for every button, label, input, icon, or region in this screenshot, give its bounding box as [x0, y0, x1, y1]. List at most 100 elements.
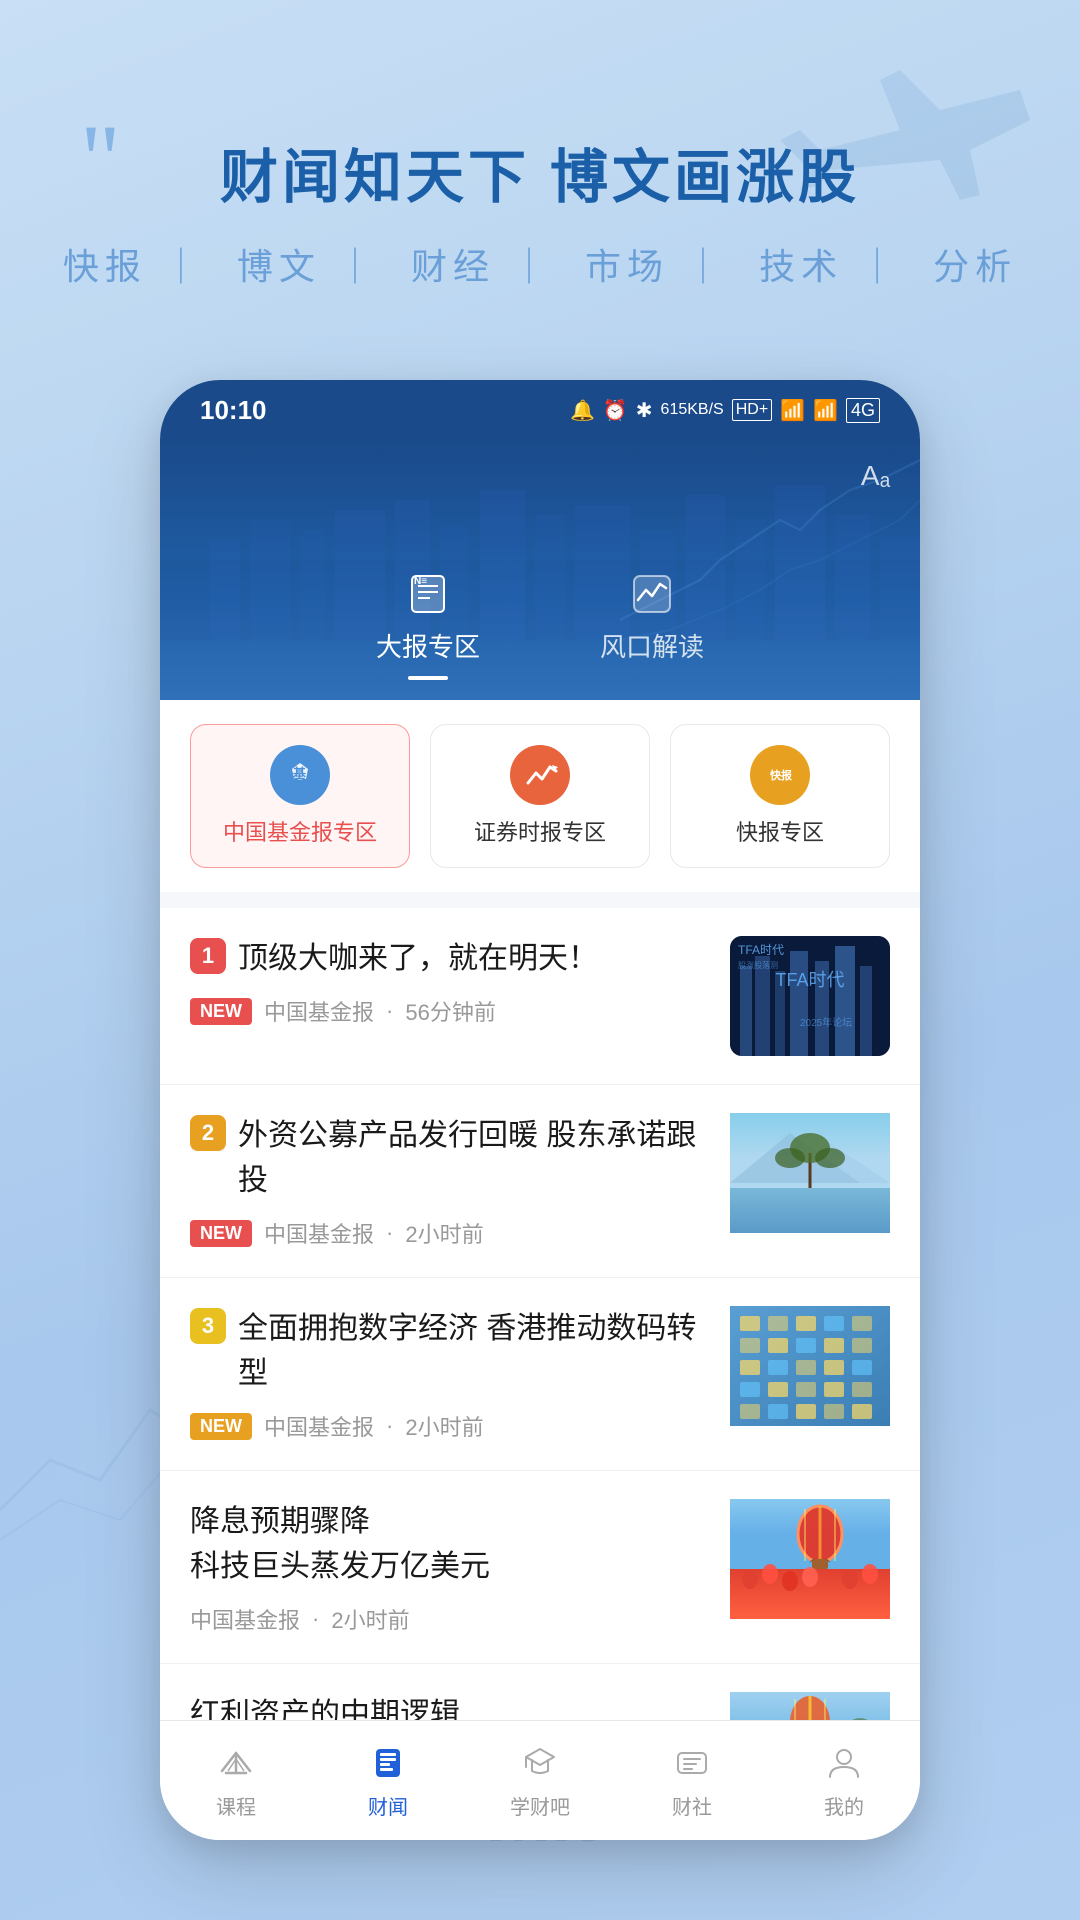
header-tabs: N≡ 大报专区 风口解读 — [160, 569, 920, 700]
svg-text:基: 基 — [292, 766, 307, 781]
news-item-5[interactable]: 红利资产的中期逻辑 placeholder — [160, 1664, 920, 1720]
news-item-2[interactable]: 2 外资公募产品发行回暖 股东承诺跟投 NEW 中国基金报 · 2小时前 — [160, 1085, 920, 1278]
svg-text:2025年论坛: 2025年论坛 — [800, 1016, 852, 1029]
category-tabs: 基 中国基金报专区 证券时报专区 — [160, 700, 920, 892]
nav-icon-mine — [822, 1741, 866, 1785]
news-time-2: 2小时前 — [405, 1217, 483, 1249]
nav-label-caishe: 财社 — [672, 1791, 712, 1820]
news-image-3 — [730, 1306, 890, 1426]
bottom-nav: 课程 财闻 — [160, 1720, 920, 1840]
rank-badge-3: 3 — [190, 1308, 226, 1344]
cat-icon-jijin: 基 — [270, 745, 330, 805]
nav-item-mine[interactable]: 我的 — [768, 1721, 920, 1840]
news-title-row-3: 3 全面拥抱数字经济 香港推动数码转型 — [190, 1306, 710, 1396]
new-badge-2: NEW — [190, 1220, 252, 1247]
svg-text:快报: 快报 — [769, 768, 793, 782]
news-title-5: 红利资产的中期逻辑 — [190, 1692, 460, 1720]
news-title-row: 1 顶级大咖来了，就在明天！ — [190, 936, 710, 981]
cat-label-zhengquan: 证券时报专区 — [474, 815, 606, 847]
phone-mockup: 10:10 🔔 ⏰ ✱ 615KB/S HD+ 📶 📶 4G — [160, 380, 920, 1840]
hero-title: 财闻知天下 博文画涨股 — [0, 130, 1080, 214]
nav-label-caijin: 财闻 — [368, 1791, 408, 1820]
app-header: Aₐ N≡ 大报专区 — [160, 440, 920, 700]
network-badge: 4G — [846, 398, 880, 423]
cat-icon-zhengquan — [510, 745, 570, 805]
nav-icon-caishe — [670, 1741, 714, 1785]
nav-label-mine: 我的 — [824, 1791, 864, 1820]
speed-indicator: 615KB/S — [661, 401, 724, 419]
content-scroll[interactable]: 基 中国基金报专区 证券时报专区 — [160, 700, 920, 1720]
dot-separator-4: · — [312, 1606, 319, 1632]
signal-icon: 📶 — [813, 398, 838, 423]
tab-fengkou[interactable]: 风口解读 — [600, 569, 704, 680]
dot-separator-2: · — [386, 1220, 393, 1246]
subtitle-fenxi: 分析 — [933, 246, 1017, 287]
category-kuaibao[interactable]: 快报 快报专区 — [670, 724, 890, 868]
tab-daibao[interactable]: N≡ 大报专区 — [376, 569, 480, 680]
new-badge-3: NEW — [190, 1413, 252, 1440]
news-title-1: 顶级大咖来了，就在明天！ — [238, 936, 598, 981]
nav-item-kecheng[interactable]: 课程 — [160, 1721, 312, 1840]
nav-label-xuecaiba: 学财吧 — [510, 1791, 570, 1820]
category-zhengquan[interactable]: 证券时报专区 — [430, 724, 650, 868]
cat-icon-kuaibao: 快报 — [750, 745, 810, 805]
news-image-1: TFA时代 股涨股落测 2025年论坛 — [730, 936, 890, 1056]
status-icons: 🔔 ⏰ ✱ 615KB/S HD+ 📶 📶 4G — [570, 398, 880, 423]
hero-section: 财闻知天下 博文画涨股 快报｜ 博文｜ 财经｜ 市场｜ 技术｜ 分析 — [0, 130, 1080, 290]
news-image-4 — [730, 1499, 890, 1619]
news-title-row-2: 2 外资公募产品发行回暖 股东承诺跟投 — [190, 1113, 710, 1203]
news-source-1: 中国基金报 — [264, 995, 374, 1027]
rank-badge-1: 1 — [190, 938, 226, 974]
tab-fengkou-label: 风口解读 — [600, 627, 704, 664]
rank-badge-2: 2 — [190, 1115, 226, 1151]
font-size-button[interactable]: Aₐ — [861, 460, 890, 492]
subtitle-kuaibao: 快报 — [63, 246, 147, 287]
news-item-3-content: 3 全面拥抱数字经济 香港推动数码转型 NEW 中国基金报 · 2小时前 — [190, 1306, 710, 1442]
news-item-4[interactable]: 降息预期骤降科技巨头蒸发万亿美元 中国基金报 · 2小时前 — [160, 1471, 920, 1664]
news-list: 1 顶级大咖来了，就在明天！ NEW 中国基金报 · 56分钟前 — [160, 908, 920, 1720]
status-time: 10:10 — [200, 395, 267, 426]
tab-daibao-icon: N≡ — [403, 569, 453, 619]
bluetooth-icon: ✱ — [636, 398, 653, 423]
news-meta-1: NEW 中国基金报 · 56分钟前 — [190, 995, 710, 1027]
nav-icon-caijin — [366, 1741, 410, 1785]
news-item-3[interactable]: 3 全面拥抱数字经济 香港推动数码转型 NEW 中国基金报 · 2小时前 — [160, 1278, 920, 1471]
tab-fengkou-icon — [627, 569, 677, 619]
subtitle-shichang: 市场 — [585, 246, 669, 287]
nav-icon-xuecaiba — [518, 1741, 562, 1785]
nav-label-kecheng: 课程 — [216, 1791, 256, 1820]
news-time-4: 2小时前 — [331, 1603, 409, 1635]
wifi-icon: 📶 — [780, 398, 805, 423]
dot-separator-3: · — [386, 1413, 393, 1439]
cat-label-jijin: 中国基金报专区 — [223, 815, 377, 847]
svg-text:股涨股落测: 股涨股落测 — [738, 960, 778, 970]
tab-daibao-label: 大报专区 — [376, 627, 480, 664]
news-item-4-content: 降息预期骤降科技巨头蒸发万亿美元 中国基金报 · 2小时前 — [190, 1499, 710, 1635]
news-item-5-content: 红利资产的中期逻辑 placeholder — [190, 1692, 710, 1720]
svg-text:N≡: N≡ — [414, 576, 427, 587]
news-item-2-content: 2 外资公募产品发行回暖 股东承诺跟投 NEW 中国基金报 · 2小时前 — [190, 1113, 710, 1249]
hero-subtitle: 快报｜ 博文｜ 财经｜ 市场｜ 技术｜ 分析 — [0, 238, 1080, 290]
alarm-icon: ⏰ — [603, 398, 628, 423]
subtitle-bowen: 博文 — [237, 246, 321, 287]
nav-item-caijin[interactable]: 财闻 — [312, 1721, 464, 1840]
subtitle-jishu: 技术 — [759, 246, 843, 287]
cat-label-kuaibao: 快报专区 — [736, 815, 824, 847]
news-title-2: 外资公募产品发行回暖 股东承诺跟投 — [238, 1113, 710, 1203]
notification-icon: 🔔 — [570, 398, 595, 423]
news-title-row-4: 降息预期骤降科技巨头蒸发万亿美元 — [190, 1499, 710, 1589]
news-meta-2: NEW 中国基金报 · 2小时前 — [190, 1217, 710, 1249]
news-time-3: 2小时前 — [405, 1410, 483, 1442]
dot-separator: · — [386, 998, 393, 1024]
nav-item-caishe[interactable]: 财社 — [616, 1721, 768, 1840]
hd-badge: HD+ — [732, 399, 772, 421]
status-bar: 10:10 🔔 ⏰ ✱ 615KB/S HD+ 📶 📶 4G — [160, 380, 920, 440]
nav-icon-kecheng — [214, 1741, 258, 1785]
new-badge-1: NEW — [190, 998, 252, 1025]
category-jijin[interactable]: 基 中国基金报专区 — [190, 724, 410, 868]
news-time-1: 56分钟前 — [405, 995, 495, 1027]
news-meta-4: 中国基金报 · 2小时前 — [190, 1603, 710, 1635]
nav-item-xuecaiba[interactable]: 学财吧 — [464, 1721, 616, 1840]
news-item[interactable]: 1 顶级大咖来了，就在明天！ NEW 中国基金报 · 56分钟前 — [160, 908, 920, 1085]
news-item-content: 1 顶级大咖来了，就在明天！ NEW 中国基金报 · 56分钟前 — [190, 936, 710, 1027]
